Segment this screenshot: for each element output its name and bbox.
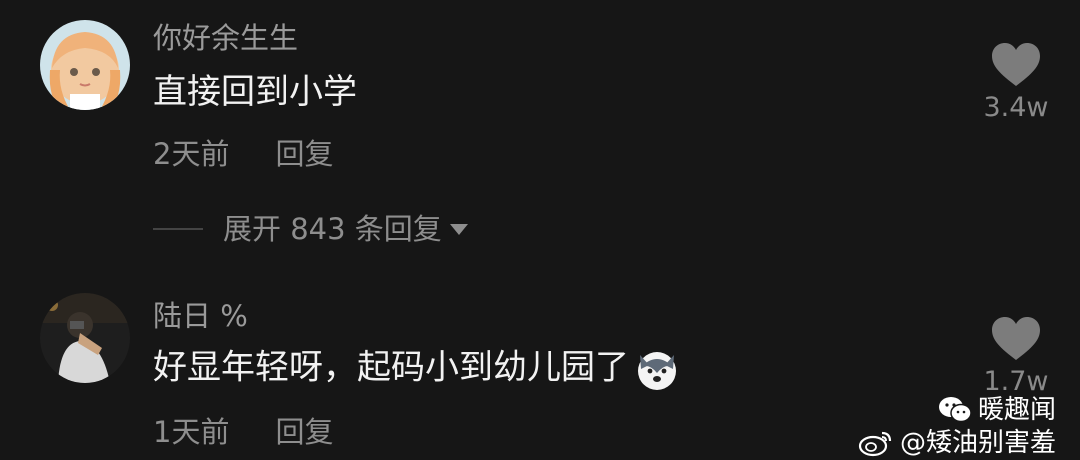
caret-down-icon <box>449 223 468 235</box>
reply-button[interactable]: 回复 <box>275 137 333 171</box>
weibo-watermark: @矮油别害羞 <box>858 427 1056 459</box>
divider-line <box>153 228 203 230</box>
husky-dog-emoji-icon <box>638 352 676 390</box>
like-button[interactable]: 3.4w <box>976 42 1056 124</box>
wechat-watermark: 暖趣闻 <box>858 395 1056 425</box>
wechat-icon <box>938 397 972 423</box>
weibo-handle: @矮油别害羞 <box>899 428 1056 458</box>
heart-icon <box>992 43 1040 86</box>
heart-icon <box>992 317 1040 360</box>
like-count: 3.4w <box>983 92 1049 123</box>
reply-button[interactable]: 回复 <box>275 415 333 449</box>
avatar[interactable] <box>40 20 130 110</box>
comment-text: 好显年轻呀，起码小到幼儿园了 <box>153 347 679 391</box>
username[interactable]: 陆日 % <box>153 299 248 333</box>
comment-text: 直接回到小学 <box>153 72 357 112</box>
avatar[interactable] <box>40 293 130 383</box>
weibo-icon <box>858 431 892 457</box>
comment-meta: 1天前 回复 <box>153 415 333 449</box>
expand-replies-label: 展开 843 条回复 <box>223 212 442 246</box>
comment-text-content: 好显年轻呀，起码小到幼儿园了 <box>153 347 629 388</box>
timestamp: 1天前 <box>153 415 230 449</box>
watermark: 暖趣闻 @矮油别害羞 <box>858 395 1056 459</box>
like-button[interactable]: 1.7w <box>976 316 1056 398</box>
comment-meta: 2天前 回复 <box>153 137 333 171</box>
username[interactable]: 你好余生生 <box>153 21 298 55</box>
wechat-name: 暖趣闻 <box>977 395 1056 425</box>
timestamp: 2天前 <box>153 137 230 171</box>
like-count: 1.7w <box>983 366 1049 397</box>
expand-replies-button[interactable]: 展开 843 条回复 <box>153 212 468 246</box>
